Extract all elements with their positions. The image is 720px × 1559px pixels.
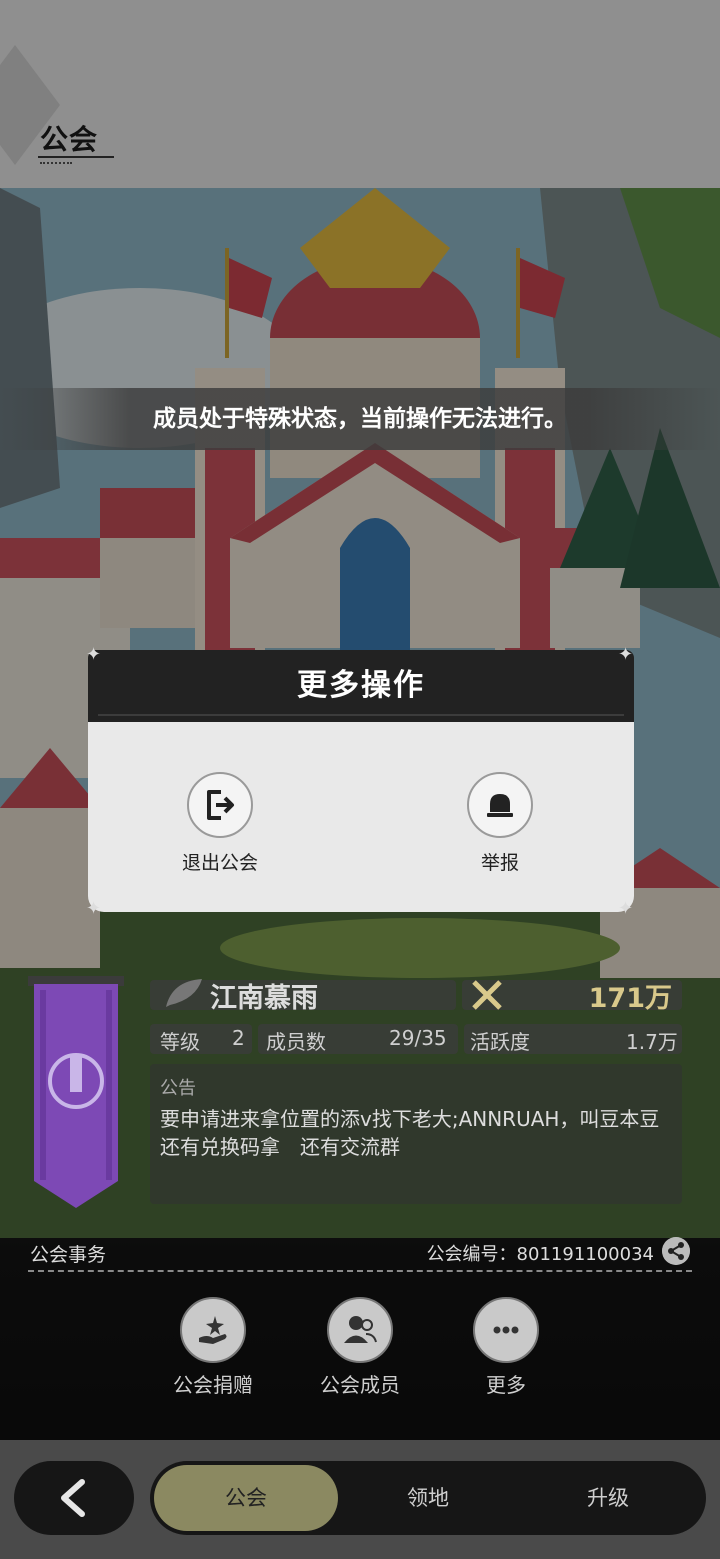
alarm-bell-icon	[487, 794, 513, 817]
corner-ornament-br: ✦	[618, 898, 634, 919]
guild-name: 江南慕雨	[210, 983, 318, 1014]
corner-ornament-tr: ✦	[618, 644, 634, 665]
guild-id: 公会编号：801191100034	[426, 1244, 654, 1265]
affairs-title: 公会事务	[30, 1244, 107, 1266]
back-button[interactable]	[14, 1461, 134, 1535]
share-icon[interactable]	[662, 1237, 690, 1265]
notice-label: 公告	[160, 1078, 196, 1099]
toast-message: 成员处于特殊状态，当前操作无法进行。	[0, 388, 720, 450]
tab-upgrade[interactable]: 升级	[518, 1461, 698, 1535]
tab-territory[interactable]: 领地	[338, 1461, 518, 1535]
exit-icon	[207, 790, 234, 820]
members-label: 成员数	[266, 1030, 326, 1054]
members-button[interactable]: 公会成员	[300, 1297, 420, 1398]
corner-ornament-tl: ✦	[86, 644, 102, 665]
back-arrow-icon	[61, 1479, 85, 1517]
report-label: 举报	[480, 852, 519, 874]
members-value: 29/35	[389, 1026, 447, 1050]
page-title: 公会	[40, 123, 99, 156]
exit-guild-button[interactable]: 退出公会	[160, 772, 280, 875]
members-label: 公会成员	[320, 1373, 400, 1397]
more-actions-modal: 更多操作 退出公会 举报 ✦ ✦ ✦ ✦	[86, 646, 634, 918]
members-icon	[344, 1316, 377, 1343]
title-dots	[40, 162, 72, 164]
more-icon	[493, 1326, 519, 1334]
exit-guild-label: 退出公会	[181, 852, 258, 874]
level-label: 等级	[160, 1030, 200, 1054]
activity-value: 1.7万	[626, 1030, 678, 1054]
modal-body: 退出公会 举报	[88, 722, 634, 912]
notice-text: 要申请进来拿位置的添v找下老大;ANNRUAH，叫豆本豆 还有兑换码拿 还有交流…	[160, 1107, 660, 1159]
guild-banner	[28, 976, 124, 1208]
activity-label: 活跃度	[470, 1030, 530, 1054]
level-value: 2	[232, 1026, 245, 1050]
corner-ornament-bl: ✦	[86, 898, 102, 919]
report-button[interactable]: 举报	[440, 772, 560, 875]
more-label: 更多	[486, 1373, 526, 1397]
guild-funds: 171万	[588, 983, 672, 1014]
donate-label: 公会捐赠	[173, 1373, 253, 1397]
tab-guild[interactable]: 公会	[154, 1465, 338, 1531]
header-bar: 公会	[0, 0, 720, 188]
title-underline	[38, 156, 114, 158]
nav-tabs: 公会 领地 升级	[150, 1461, 706, 1535]
more-button[interactable]: 更多	[446, 1297, 566, 1398]
donate-button[interactable]: 公会捐赠	[153, 1297, 273, 1398]
affairs-divider	[28, 1270, 692, 1272]
donate-icon	[199, 1316, 227, 1344]
modal-title: 更多操作	[88, 650, 634, 722]
crossed-tools-icon	[472, 980, 502, 1010]
feather-icon	[166, 979, 202, 1007]
